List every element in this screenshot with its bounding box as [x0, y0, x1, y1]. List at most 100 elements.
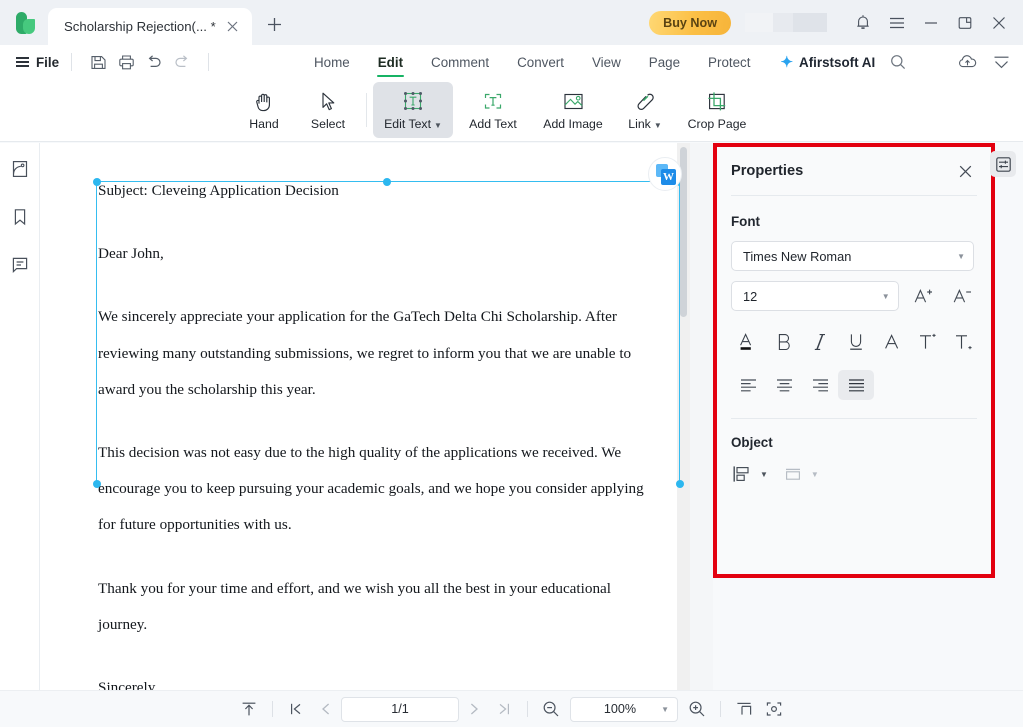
tab-comment[interactable]: Comment — [417, 45, 503, 79]
document-line[interactable]: journey. — [98, 617, 680, 632]
save-icon[interactable] — [84, 49, 112, 75]
close-window-icon[interactable] — [983, 8, 1015, 38]
chevron-down-icon[interactable]: ▼ — [882, 292, 890, 301]
document-vertical-scrollbar[interactable] — [679, 143, 688, 690]
collapse-ribbon-icon[interactable] — [987, 49, 1015, 75]
arrange-objects-button[interactable]: ▼ — [782, 464, 819, 484]
file-menu-icon — [16, 57, 29, 67]
align-left-icon[interactable] — [730, 370, 766, 400]
strikethrough-icon[interactable] — [874, 326, 910, 358]
object-buttons-row: ▼ ▼ — [717, 464, 991, 484]
edit-text-tool-button[interactable]: Edit Text ▼ — [373, 82, 453, 138]
tab-edit[interactable]: Edit — [364, 45, 417, 79]
buy-now-button[interactable]: Buy Now — [649, 10, 731, 35]
document-text-block[interactable]: Subject: Cleveing Application Decision D… — [98, 183, 680, 690]
tab-view[interactable]: View — [578, 45, 635, 79]
zoom-in-icon[interactable] — [682, 695, 712, 723]
notification-bell-icon[interactable] — [847, 8, 879, 38]
font-size-select[interactable]: 12 ▼ — [731, 281, 899, 311]
word-badge-letter: W — [661, 169, 676, 185]
chevron-down-icon[interactable]: ▼ — [957, 252, 965, 261]
previous-page-icon[interactable] — [311, 695, 341, 723]
afirstsoft-ai-button[interactable]: ✦ Afirstsoft AI — [780, 55, 875, 70]
crop-page-tool-button[interactable]: Crop Page — [677, 82, 757, 138]
close-icon[interactable] — [222, 16, 244, 38]
document-line[interactable]: for future opportunities with us. — [98, 517, 680, 532]
add-text-tool-button[interactable]: Add Text — [453, 82, 533, 138]
chevron-down-icon[interactable]: ▼ — [760, 470, 768, 479]
font-family-row: Times New Roman ▼ — [717, 241, 991, 271]
divider — [71, 53, 73, 71]
add-image-tool-button[interactable]: Add Image — [533, 82, 613, 138]
subscript-icon[interactable] — [946, 326, 982, 358]
close-icon[interactable] — [953, 159, 977, 183]
last-page-icon[interactable] — [489, 695, 519, 723]
edit-text-tool-label: Edit Text — [384, 117, 431, 131]
pdf-page[interactable]: Subject: Cleveing Application Decision D… — [40, 143, 684, 690]
align-justify-icon[interactable] — [838, 370, 874, 400]
tab-convert[interactable]: Convert — [503, 45, 578, 79]
font-family-select[interactable]: Times New Roman ▼ — [731, 241, 974, 271]
convert-to-word-icon[interactable]: W — [648, 157, 682, 191]
file-menu-button[interactable]: File — [16, 55, 59, 70]
properties-panel: Properties Font Times New Roman ▼ 12 ▼ O… — [713, 143, 995, 578]
document-line[interactable]: Dear John, — [98, 246, 680, 261]
chevron-down-icon[interactable]: ▼ — [661, 705, 669, 714]
document-line[interactable]: reviewing many outstanding submissions, … — [98, 346, 680, 361]
fit-width-icon[interactable] — [729, 695, 759, 723]
chevron-down-icon[interactable]: ▼ — [654, 121, 662, 130]
page-thumbnails-icon[interactable] — [6, 155, 34, 183]
tab-page[interactable]: Page — [635, 45, 694, 79]
italic-icon[interactable] — [802, 326, 838, 358]
underline-icon[interactable] — [838, 326, 874, 358]
status-bar: 1/1 100% ▼ — [0, 690, 1023, 727]
scroll-to-top-icon[interactable] — [234, 695, 264, 723]
comment-icon[interactable] — [6, 251, 34, 279]
superscript-icon[interactable] — [910, 326, 946, 358]
bookmark-icon[interactable] — [6, 203, 34, 231]
redo-icon[interactable] — [168, 49, 196, 75]
fit-page-icon[interactable] — [759, 695, 789, 723]
divider — [731, 195, 977, 196]
bold-icon[interactable] — [766, 326, 802, 358]
cloud-upload-icon[interactable] — [953, 49, 981, 75]
font-color-icon[interactable] — [730, 326, 766, 358]
document-line[interactable]: award you the scholarship this year. — [98, 382, 680, 397]
tab-home[interactable]: Home — [300, 45, 364, 79]
document-line[interactable]: This decision was not easy due to the hi… — [98, 445, 680, 460]
first-page-icon[interactable] — [281, 695, 311, 723]
document-viewer[interactable]: Subject: Cleveing Application Decision D… — [40, 143, 690, 690]
divider — [720, 701, 721, 717]
restore-window-icon[interactable] — [949, 8, 981, 38]
zoom-level-select[interactable]: 100% ▼ — [570, 696, 678, 722]
zoom-out-icon[interactable] — [536, 695, 566, 723]
align-right-icon[interactable] — [802, 370, 838, 400]
hand-tool-button[interactable]: Hand — [232, 82, 296, 138]
edit-text-icon — [401, 89, 425, 114]
search-icon[interactable] — [883, 47, 913, 77]
decrease-font-size-icon[interactable] — [948, 281, 977, 311]
minimize-icon[interactable] — [915, 8, 947, 38]
tab-protect[interactable]: Protect — [694, 45, 764, 79]
document-line[interactable]: encourage you to keep pursuing your acad… — [98, 481, 680, 496]
align-center-icon[interactable] — [766, 370, 802, 400]
print-icon[interactable] — [112, 49, 140, 75]
document-tab[interactable]: Scholarship Rejection(... * — [48, 8, 252, 45]
undo-icon[interactable] — [140, 49, 168, 75]
align-objects-button[interactable]: ▼ — [731, 464, 768, 484]
document-line[interactable]: Thank you for your time and effort, and … — [98, 581, 680, 596]
properties-panel-toggle-icon[interactable] — [990, 151, 1016, 177]
document-line[interactable]: Sincerely, — [98, 680, 680, 690]
next-page-icon[interactable] — [459, 695, 489, 723]
document-line[interactable]: Subject: Cleveing Application Decision — [98, 183, 680, 198]
select-tool-button[interactable]: Select — [296, 82, 360, 138]
increase-font-size-icon[interactable] — [909, 281, 938, 311]
chevron-down-icon[interactable]: ▼ — [434, 121, 442, 130]
chevron-down-icon[interactable]: ▼ — [811, 470, 819, 479]
link-tool-button[interactable]: Link ▼ — [613, 82, 677, 138]
plus-icon[interactable] — [262, 11, 288, 37]
document-line[interactable]: We sincerely appreciate your application… — [98, 309, 680, 324]
menu-bar-right — [953, 45, 1015, 79]
page-number-input[interactable]: 1/1 — [341, 696, 459, 722]
hamburger-menu-icon[interactable] — [881, 8, 913, 38]
